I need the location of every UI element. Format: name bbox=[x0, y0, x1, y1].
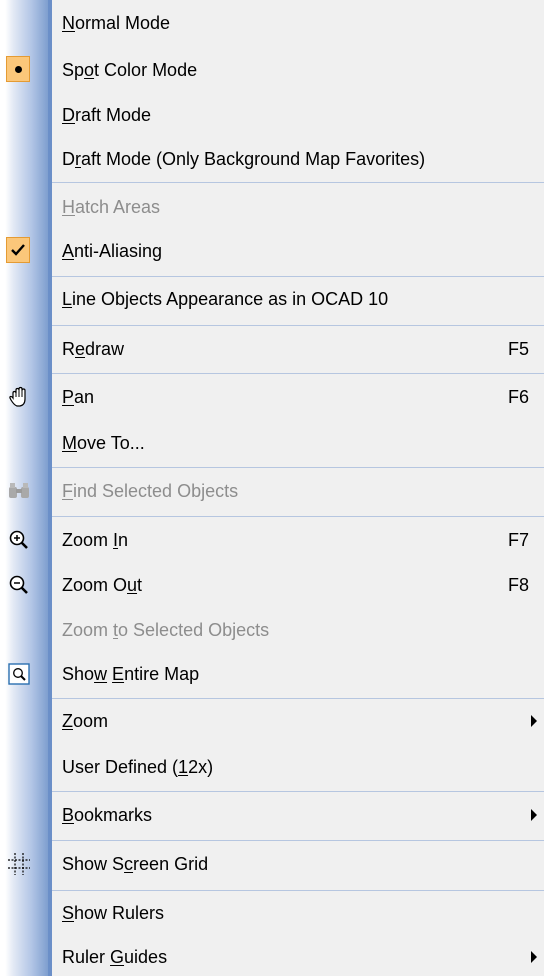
shortcut-label: F6 bbox=[508, 387, 530, 407]
menu-item-draft-mode[interactable]: Draft Mode bbox=[0, 96, 544, 134]
menu-separator bbox=[52, 373, 544, 374]
radio-selected-indicator bbox=[6, 56, 30, 82]
menu-item-hatch-areas: Hatch Areas bbox=[0, 188, 544, 226]
menu-item-label: Redraw bbox=[62, 339, 125, 359]
binoculars-icon bbox=[9, 483, 29, 498]
zoom-in-icon bbox=[9, 530, 28, 549]
menu-item-zoom-in[interactable]: Zoom In F7 bbox=[0, 521, 544, 559]
menu-item-label: Draft Mode bbox=[62, 105, 152, 125]
menu-item-bookmarks-submenu[interactable]: Bookmarks bbox=[0, 796, 544, 834]
menu-separator bbox=[52, 467, 544, 468]
menu-item-show-entire-map[interactable]: Show Entire Map bbox=[0, 655, 544, 693]
submenu-arrow-icon bbox=[531, 809, 537, 821]
menu-item-label: Anti-Aliasing bbox=[62, 241, 163, 261]
screen-grid-icon bbox=[8, 853, 30, 875]
menu-item-user-defined-zoom[interactable]: User Defined (12x) bbox=[0, 748, 544, 786]
menu-item-move-to[interactable]: Move To... bbox=[0, 424, 544, 462]
shortcut-label: F8 bbox=[508, 575, 530, 595]
show-entire-map-icon bbox=[8, 663, 30, 685]
menu-item-redraw[interactable]: Redraw F5 bbox=[0, 330, 544, 368]
menu-separator bbox=[52, 698, 544, 699]
menu-item-label: Pan bbox=[62, 387, 95, 407]
menu-item-show-screen-grid[interactable]: Show Screen Grid bbox=[0, 845, 544, 883]
menu-item-zoom-out[interactable]: Zoom Out F8 bbox=[0, 566, 544, 604]
submenu-arrow-icon bbox=[531, 951, 537, 963]
shortcut-label: F5 bbox=[508, 339, 530, 359]
menu-item-draft-mode-background-favorites[interactable]: Draft Mode (Only Background Map Favorite… bbox=[0, 140, 544, 178]
menu-separator bbox=[52, 276, 544, 277]
menu-item-label: Spot Color Mode bbox=[62, 60, 198, 80]
menu-item-ruler-guides-submenu[interactable]: Ruler Guides bbox=[0, 938, 544, 976]
menu-item-spot-color-mode[interactable]: Spot Color Mode bbox=[0, 51, 544, 89]
menu-item-label: Hatch Areas bbox=[62, 197, 161, 217]
submenu-arrow-icon bbox=[531, 715, 537, 727]
menu-item-find-selected-objects: Find Selected Objects bbox=[0, 472, 544, 510]
zoom-out-icon bbox=[9, 575, 28, 594]
menu-item-label: Show Rulers bbox=[62, 903, 165, 923]
menu-item-zoom-to-selected: Zoom to Selected Objects bbox=[0, 611, 544, 649]
menu-item-label: Show Screen Grid bbox=[62, 854, 209, 874]
menu-item-label: Zoom Out bbox=[62, 575, 143, 595]
menu-item-label: User Defined (12x) bbox=[62, 757, 214, 777]
menu-item-pan[interactable]: Pan F6 bbox=[0, 378, 544, 416]
menu-item-label: Line Objects Appearance as in OCAD 10 bbox=[62, 289, 389, 309]
menu-separator bbox=[52, 840, 544, 841]
menu-item-label: Normal Mode bbox=[62, 13, 171, 33]
radio-dot-icon bbox=[15, 66, 22, 73]
menu-item-normal-mode[interactable]: Normal Mode bbox=[0, 4, 544, 42]
menu-item-label: Show Entire Map bbox=[62, 664, 200, 684]
menu-item-label: Ruler Guides bbox=[62, 947, 168, 967]
checkmark-icon bbox=[11, 244, 25, 256]
menu-item-show-rulers[interactable]: Show Rulers bbox=[0, 894, 544, 932]
menu-separator bbox=[52, 516, 544, 517]
checked-indicator bbox=[6, 237, 30, 263]
view-menu: Normal Mode Spot Color Mode Draft Mode D… bbox=[0, 0, 544, 976]
menu-item-label: Bookmarks bbox=[62, 805, 153, 825]
shortcut-label: F7 bbox=[508, 530, 530, 550]
menu-item-label: Zoom bbox=[62, 711, 109, 731]
menu-item-label: Zoom to Selected Objects bbox=[62, 620, 270, 640]
menu-separator bbox=[52, 325, 544, 326]
menu-separator bbox=[52, 182, 544, 183]
hand-icon bbox=[9, 386, 26, 407]
menu-item-label: Find Selected Objects bbox=[62, 481, 239, 501]
menu-item-label: Zoom In bbox=[62, 530, 129, 550]
menu-separator bbox=[52, 890, 544, 891]
menu-item-zoom-submenu[interactable]: Zoom bbox=[0, 702, 544, 740]
menu-item-label: Draft Mode (Only Background Map Favorite… bbox=[62, 149, 426, 169]
menu-item-anti-aliasing[interactable]: Anti-Aliasing bbox=[0, 232, 544, 270]
menu-item-line-objects-appearance[interactable]: Line Objects Appearance as in OCAD 10 bbox=[0, 280, 544, 318]
menu-item-label: Move To... bbox=[62, 433, 145, 453]
menu-separator bbox=[52, 791, 544, 792]
